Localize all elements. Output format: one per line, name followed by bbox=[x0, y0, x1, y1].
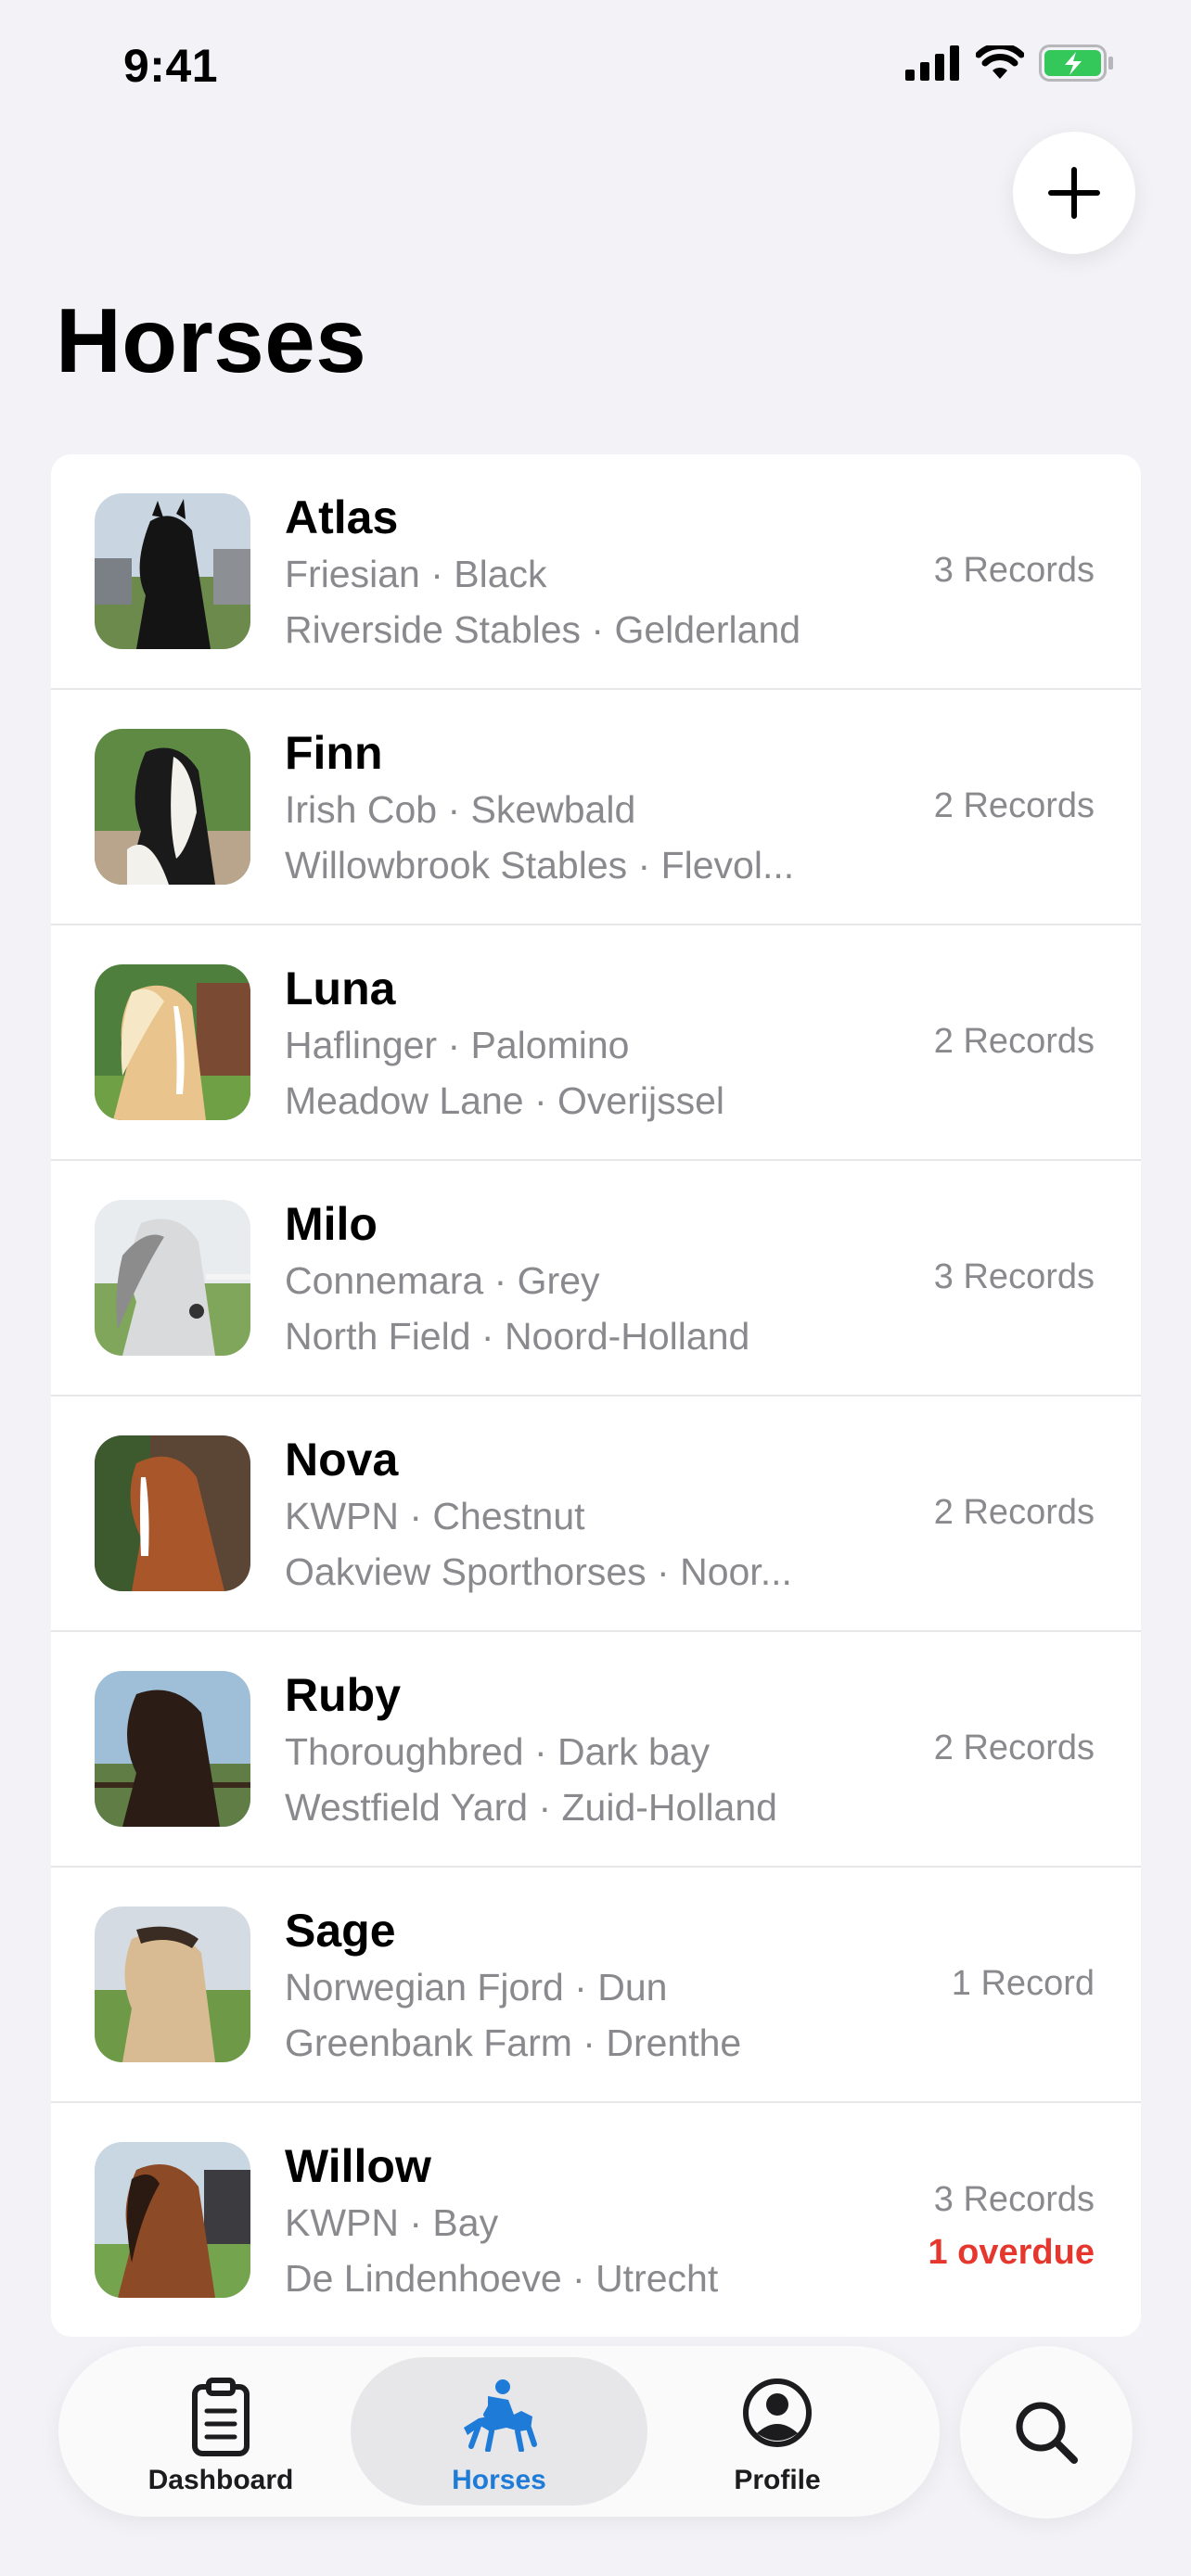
record-count: 2 Records bbox=[933, 786, 1095, 825]
record-count: 2 Records bbox=[933, 1728, 1095, 1767]
horse-location: Riverside Stables · Gelderland bbox=[285, 608, 801, 651]
horse-location: Greenbank Farm · Drenthe bbox=[285, 2021, 742, 2064]
tab-label: Dashboard bbox=[147, 2465, 294, 2495]
horse-row-finn[interactable]: Finn Irish Cob · Skewbald Willowbrook St… bbox=[51, 690, 1141, 925]
horse-photo bbox=[95, 1906, 250, 2062]
horse-location: Oakview Sporthorses · Noor... bbox=[285, 1550, 792, 1593]
horse-breed-color: Connemara · Grey bbox=[285, 1259, 600, 1302]
horse-breed-color: Norwegian Fjord · Dun bbox=[285, 1966, 668, 2009]
horse-location: Meadow Lane · Overijssel bbox=[285, 1079, 724, 1122]
horse-location: Westfield Yard · Zuid-Holland bbox=[285, 1786, 777, 1829]
tab-label: Horses bbox=[452, 2465, 546, 2495]
search-button[interactable] bbox=[960, 2346, 1133, 2519]
tab-bar: Dashboard Horses Profile bbox=[58, 2346, 940, 2517]
horse-location: North Field · Noord-Holland bbox=[285, 1315, 750, 1358]
record-count: 2 Records bbox=[933, 1022, 1095, 1061]
magnifying-glass-icon bbox=[1016, 2402, 1078, 2464]
tab-dashboard[interactable]: Dashboard bbox=[72, 2357, 369, 2506]
horse-photo bbox=[95, 493, 250, 649]
horse-row-nova[interactable]: Nova KWPN · Chestnut Oakview Sporthorses… bbox=[51, 1396, 1141, 1632]
horse-row-luna[interactable]: Luna Haflinger · Palomino Meadow Lane · … bbox=[51, 925, 1141, 1161]
battery-charging-icon bbox=[1039, 45, 1113, 82]
horse-location: De Lindenhoeve · Utrecht bbox=[285, 2257, 719, 2300]
record-count: 3 Records bbox=[933, 551, 1095, 590]
record-count: 2 Records bbox=[933, 1493, 1095, 1532]
wifi-icon bbox=[976, 45, 1024, 79]
tab-profile[interactable]: Profile bbox=[629, 2357, 926, 2506]
horse-name: Atlas bbox=[285, 491, 399, 543]
horse-breed-color: Thoroughbred · Dark bay bbox=[285, 1730, 711, 1773]
add-horse-button[interactable] bbox=[1013, 132, 1135, 254]
horse-breed-color: Friesian · Black bbox=[285, 553, 547, 595]
horse-name: Finn bbox=[285, 727, 383, 779]
plus-icon bbox=[1048, 167, 1100, 219]
clipboard-icon bbox=[192, 2378, 250, 2456]
status-icons bbox=[905, 45, 1115, 82]
page-title: Horses bbox=[56, 289, 367, 391]
horse-breed-color: Haflinger · Palomino bbox=[285, 1024, 630, 1066]
status-bar: 9:41 bbox=[0, 0, 1191, 130]
horse-row-atlas[interactable]: Atlas Friesian · Black Riverside Stables… bbox=[51, 454, 1141, 690]
horse-name: Ruby bbox=[285, 1669, 401, 1721]
tab-horses[interactable]: Horses bbox=[351, 2357, 647, 2506]
record-count: 3 Records bbox=[933, 1257, 1095, 1296]
horse-photo bbox=[95, 964, 250, 1120]
horse-rider-icon bbox=[464, 2379, 537, 2452]
horse-row-milo[interactable]: Milo Connemara · Grey North Field · Noor… bbox=[51, 1161, 1141, 1396]
horse-name: Willow bbox=[285, 2140, 431, 2192]
horse-row-ruby[interactable]: Ruby Thoroughbred · Dark bay Westfield Y… bbox=[51, 1632, 1141, 1868]
horse-name: Luna bbox=[285, 963, 396, 1014]
horse-photo bbox=[95, 729, 250, 885]
horse-row-willow[interactable]: Willow KWPN · Bay De Lindenhoeve · Utrec… bbox=[51, 2103, 1141, 2337]
horse-photo bbox=[95, 2142, 250, 2298]
overdue-badge: 1 overdue bbox=[928, 2233, 1095, 2272]
horse-list: Atlas Friesian · Black Riverside Stables… bbox=[51, 454, 1141, 2337]
person-circle-icon bbox=[743, 2378, 812, 2447]
cellular-signal-icon bbox=[905, 45, 959, 81]
record-count: 1 Record bbox=[951, 1964, 1095, 2003]
horse-breed-color: KWPN · Bay bbox=[285, 2201, 499, 2244]
tab-label: Profile bbox=[734, 2465, 821, 2495]
horse-row-sage[interactable]: Sage Norwegian Fjord · Dun Greenbank Far… bbox=[51, 1868, 1141, 2103]
horse-photo bbox=[95, 1435, 250, 1591]
horse-breed-color: Irish Cob · Skewbald bbox=[285, 788, 636, 831]
horse-breed-color: KWPN · Chestnut bbox=[285, 1495, 585, 1537]
horse-photo bbox=[95, 1671, 250, 1827]
record-count: 3 Records 1 overdue bbox=[928, 2180, 1095, 2273]
horse-name: Nova bbox=[285, 1434, 399, 1486]
status-time: 9:41 bbox=[123, 40, 219, 92]
horse-location: Willowbrook Stables · Flevol... bbox=[285, 844, 795, 886]
horse-name: Sage bbox=[285, 1905, 396, 1957]
horse-photo bbox=[95, 1200, 250, 1356]
horse-name: Milo bbox=[285, 1198, 378, 1250]
record-count-text: 3 Records bbox=[933, 2180, 1095, 2219]
